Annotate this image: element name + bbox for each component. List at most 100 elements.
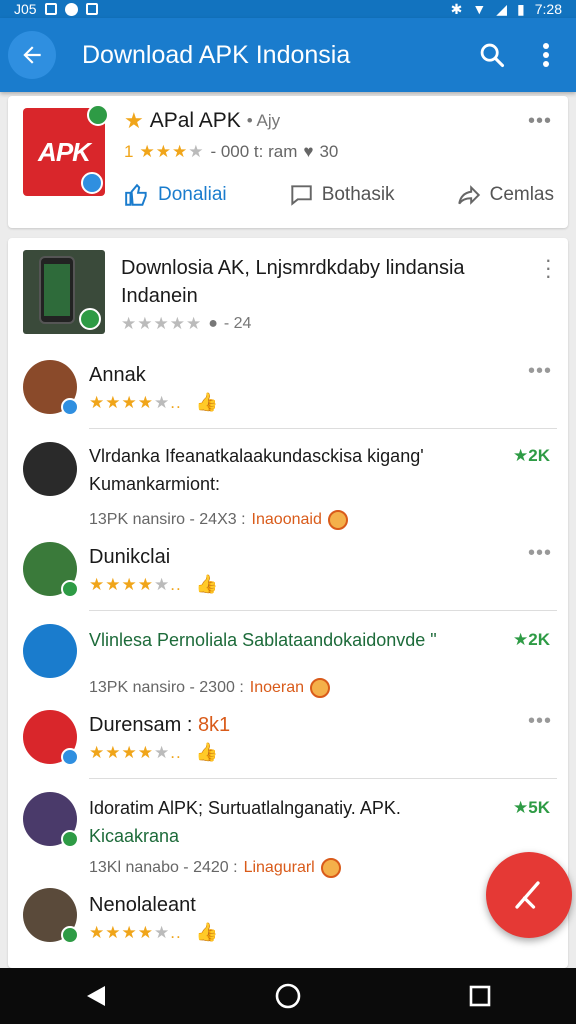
share-arrow-icon: [457, 185, 480, 205]
review-list-card: Downlosia AK, Lnjsmrdkdaby lindansia Ind…: [8, 238, 568, 968]
rating-stars: ★★★★: [139, 142, 205, 161]
pen-icon: [515, 881, 540, 909]
avatar[interactable]: [23, 442, 77, 496]
comment-count: ★5K: [513, 798, 550, 817]
thumbs-up-icon[interactable]: 👍: [196, 742, 218, 763]
comment-count: 30: [319, 142, 339, 161]
list-header-more-icon[interactable]: · · ·: [545, 249, 552, 287]
arrow-back-icon: [23, 46, 41, 64]
share-label: Bothasik: [321, 184, 395, 205]
list-header-title: Downlosia AK, Lnjsmrdkdaby lindansia Ind…: [121, 257, 465, 307]
verified-badge-icon: [61, 398, 79, 416]
rating-number: 1: [124, 142, 134, 161]
verified-badge-icon: [61, 830, 79, 848]
comment-meta: 13Kl nanabo - 2420 : Linagurarl: [89, 858, 341, 878]
review-stars: ★★★★★.. 👍: [89, 922, 219, 943]
more-vert-icon: [543, 43, 549, 67]
nav-recents-button[interactable]: [450, 968, 510, 1024]
app-bar: Download APK Indonsia: [0, 18, 576, 92]
page-title: Download APK Indonsia: [82, 40, 351, 69]
compare-label: Cemlas: [489, 184, 554, 205]
search-button[interactable]: [468, 31, 516, 79]
comment-icon: ♥: [303, 142, 314, 161]
review-stars: ★★★★★.. 👍: [89, 742, 219, 763]
avatar[interactable]: [23, 792, 79, 848]
comment-meta: 13PK nansiro - 24X3 : Inaoonaid: [89, 510, 348, 530]
reviewer-name: Nenolaleant: [89, 894, 196, 916]
app-card[interactable]: APK ★ APal APK • Ajy ••• 1 ★★★★ - 000 t:…: [8, 96, 568, 228]
wifi-icon: ▼: [472, 1, 487, 17]
app-rating-row: 1 ★★★★ - 000 t: ram ♥ 30: [124, 142, 338, 162]
app-notification-icon: [64, 2, 78, 16]
comment-meta-text: 13Kl nanabo - 2420 :: [89, 859, 238, 876]
divider: [89, 778, 557, 779]
status-left-text: J05: [14, 1, 37, 17]
review-stars: ★★★★★.. 👍: [89, 392, 219, 413]
comment-title-accent: Kicaakrana: [89, 826, 180, 846]
verified-badge-icon: [87, 104, 109, 126]
thumbs-up-icon[interactable]: 👍: [196, 392, 218, 413]
emoji-icon: [327, 510, 348, 530]
comment-title: Vlrdanka Ifeanatkalaakundasckisa kigang'…: [89, 446, 424, 494]
bluetooth-icon: ✱: [450, 0, 463, 17]
avatar[interactable]: [23, 624, 77, 678]
back-button[interactable]: [8, 31, 56, 79]
comment-meta-text: 13PK nansiro - 2300 :: [89, 679, 244, 696]
review-more-icon[interactable]: •••: [528, 710, 552, 733]
comment-meta-tag: Linagurarl: [243, 859, 315, 876]
verified-badge-icon: [61, 748, 79, 766]
thumbs-up-icon[interactable]: 👍: [196, 574, 218, 595]
install-badge-icon: [81, 172, 103, 194]
overflow-menu-button[interactable]: [522, 31, 570, 79]
app-action-row: Donaliai Bothasik Cemlas: [124, 182, 554, 208]
thumbs-up-icon: [125, 183, 147, 206]
message-icon: [85, 3, 98, 15]
avatar[interactable]: [23, 542, 79, 598]
app-name: APal APK: [149, 109, 241, 132]
app-screenshot-thumbnail[interactable]: [23, 250, 105, 334]
star-badge-icon: ★: [124, 108, 144, 133]
header-meta-text: - 24: [223, 315, 252, 332]
nav-home-button[interactable]: [258, 968, 318, 1024]
comment-icon: ●: [208, 315, 218, 332]
download-label: Donaliai: [158, 184, 227, 205]
divider: [89, 610, 557, 611]
comment-meta: 13PK nansiro - 2300 : Inoeran: [89, 678, 331, 698]
avatar[interactable]: [23, 710, 79, 766]
notification-icon: [44, 3, 57, 15]
comment-meta-tag: Inoeran: [249, 679, 305, 696]
square-recents-icon: [469, 985, 491, 1007]
reviewer-name: Annak: [89, 364, 146, 386]
app-card-more-icon[interactable]: •••: [528, 110, 552, 133]
compare-button[interactable]: Cemlas: [456, 182, 554, 208]
app-icon[interactable]: APK: [23, 104, 109, 196]
share-button[interactable]: Bothasik: [288, 182, 395, 208]
comment-meta-tag: Inaoonaid: [251, 511, 322, 528]
review-stars: ★★★★★.. 👍: [89, 574, 219, 595]
avatar[interactable]: [23, 888, 79, 944]
comment-title: Idoratim AlPK; Surtuatlalnganatiy. APK. …: [89, 794, 509, 850]
chat-bubble-icon: [290, 185, 312, 206]
thumbs-up-icon[interactable]: 👍: [196, 922, 218, 943]
download-button[interactable]: Donaliai: [124, 182, 227, 208]
app-icon-text: APK: [38, 136, 91, 167]
avatar[interactable]: [23, 360, 79, 416]
review-more-icon[interactable]: •••: [528, 360, 552, 383]
triangle-back-icon: [87, 986, 105, 1006]
status-time: 7:28: [534, 1, 562, 17]
app-subtitle: • Ajy: [246, 111, 281, 130]
rating-meta: - 000 t: ram: [210, 142, 298, 161]
verified-badge-icon: [61, 926, 79, 944]
nav-back-button[interactable]: [66, 968, 126, 1024]
play-badge-icon: [79, 308, 101, 330]
battery-icon: ▮: [517, 0, 525, 17]
comment-meta-text: 13PK nansiro - 24X3 :: [89, 511, 246, 528]
app-name-row: ★ APal APK • Ajy: [124, 108, 280, 134]
phone-image: [39, 256, 75, 324]
status-bar: J05 ✱ ▼ ◢ ▮ 7:28: [0, 0, 576, 18]
search-icon: [480, 43, 505, 68]
reviewer-name: Dunikclai: [89, 546, 171, 568]
comment-count: ★2K: [513, 630, 550, 649]
compose-fab-button[interactable]: [486, 852, 572, 938]
review-more-icon[interactable]: •••: [528, 542, 552, 565]
